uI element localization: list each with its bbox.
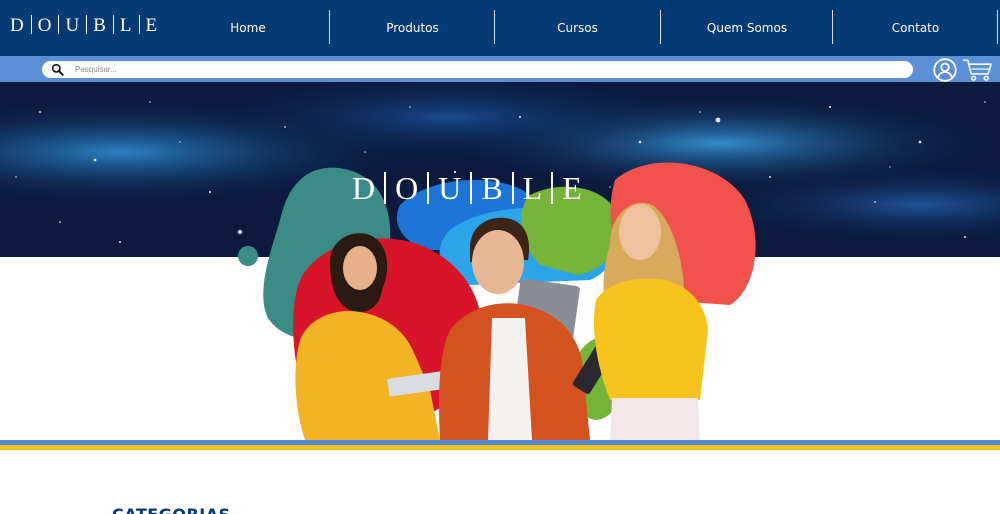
user-account-icon[interactable] — [933, 58, 957, 82]
hero-divider — [470, 172, 473, 204]
brand-logo[interactable]: DOUBLE — [10, 15, 158, 37]
hero-divider — [384, 172, 387, 204]
hero-students-illustration — [238, 162, 756, 440]
brand-letter: O — [37, 15, 53, 36]
hero-divider — [551, 172, 554, 204]
search-input[interactable] — [75, 61, 895, 78]
brand-letter: B — [93, 15, 107, 36]
hero-letter: D — [352, 170, 376, 206]
divider-stripe-yellow — [0, 445, 1000, 450]
brand-letter: U — [65, 15, 81, 36]
hero-letter: U — [438, 170, 462, 206]
logo-divider — [138, 15, 140, 34]
hero-letter: O — [395, 170, 419, 206]
nav-home[interactable]: Home — [166, 0, 330, 56]
search-bar-row — [0, 56, 1000, 82]
logo-divider — [58, 15, 60, 34]
search-box — [42, 61, 913, 78]
logo-divider — [30, 15, 32, 34]
brand-letter: E — [145, 15, 159, 36]
nav-divider — [997, 10, 998, 44]
logo-divider — [112, 15, 114, 34]
hero-letter: E — [562, 170, 582, 206]
hero-letter: B — [481, 170, 503, 206]
brand-letter: D — [10, 15, 25, 36]
hero-brand-wordmark: DOUBLE — [352, 170, 582, 207]
hero-divider — [427, 172, 430, 204]
nav-produtos[interactable]: Produtos — [330, 0, 495, 56]
top-navbar: DOUBLE Home Produtos Cursos Quem Somos C… — [0, 0, 1000, 56]
shopping-cart-icon[interactable] — [962, 58, 993, 82]
brand-letter: L — [119, 15, 133, 36]
nav-cursos[interactable]: Cursos — [495, 0, 660, 56]
search-icon[interactable] — [51, 63, 64, 76]
nav-quem-somos[interactable]: Quem Somos — [661, 0, 833, 56]
hero-divider — [511, 172, 514, 204]
logo-divider — [86, 15, 88, 34]
hero-letter: L — [522, 170, 543, 206]
nav-contato[interactable]: Contato — [833, 0, 998, 56]
categories-heading: CATEGORIAS — [112, 505, 231, 514]
